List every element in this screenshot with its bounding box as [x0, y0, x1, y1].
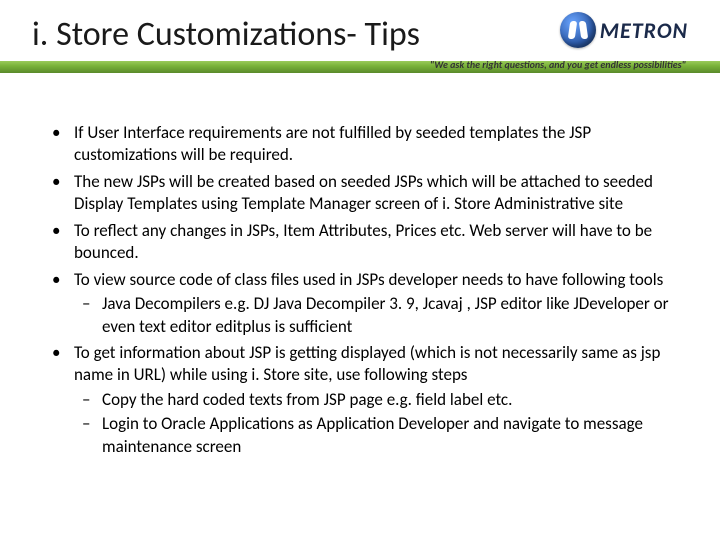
brand-logo: METRON [560, 12, 688, 48]
slide-body: If User Interface requirements are not f… [0, 100, 720, 458]
brand-block: METRON "We ask the right questions, and … [430, 12, 688, 71]
bullet-item: To view source code of class files used … [48, 269, 680, 338]
bullet-text: If User Interface requirements are not f… [74, 122, 591, 165]
bullet-item: The new JSPs will be created based on se… [48, 171, 680, 216]
sub-bullet-item: Login to Oracle Applications as Applicat… [74, 413, 680, 458]
sub-bullet-item: Java Decompilers e.g. DJ Java Decompiler… [74, 293, 680, 338]
sub-bullet-list: Copy the hard coded texts from JSP page … [74, 389, 680, 458]
bullet-text: To reflect any changes in JSPs, Item Att… [74, 220, 652, 263]
brand-name: METRON [600, 17, 688, 44]
brand-tagline: "We ask the right questions, and you get… [430, 58, 686, 71]
sub-bullet-item: Copy the hard coded texts from JSP page … [74, 389, 680, 411]
bullet-item: To reflect any changes in JSPs, Item Att… [48, 220, 680, 265]
bullet-text: To get information about JSP is getting … [74, 342, 660, 385]
metron-logo-icon [560, 12, 596, 48]
bullet-item: To get information about JSP is getting … [48, 342, 680, 458]
bullet-text: The new JSPs will be created based on se… [74, 171, 653, 214]
bullet-list: If User Interface requirements are not f… [48, 122, 680, 458]
bullet-item: If User Interface requirements are not f… [48, 122, 680, 167]
sub-bullet-list: Java Decompilers e.g. DJ Java Decompiler… [74, 293, 680, 338]
bullet-text: To view source code of class files used … [74, 269, 663, 290]
slide-header: i. Store Customizations- Tips METRON "We… [0, 0, 720, 100]
